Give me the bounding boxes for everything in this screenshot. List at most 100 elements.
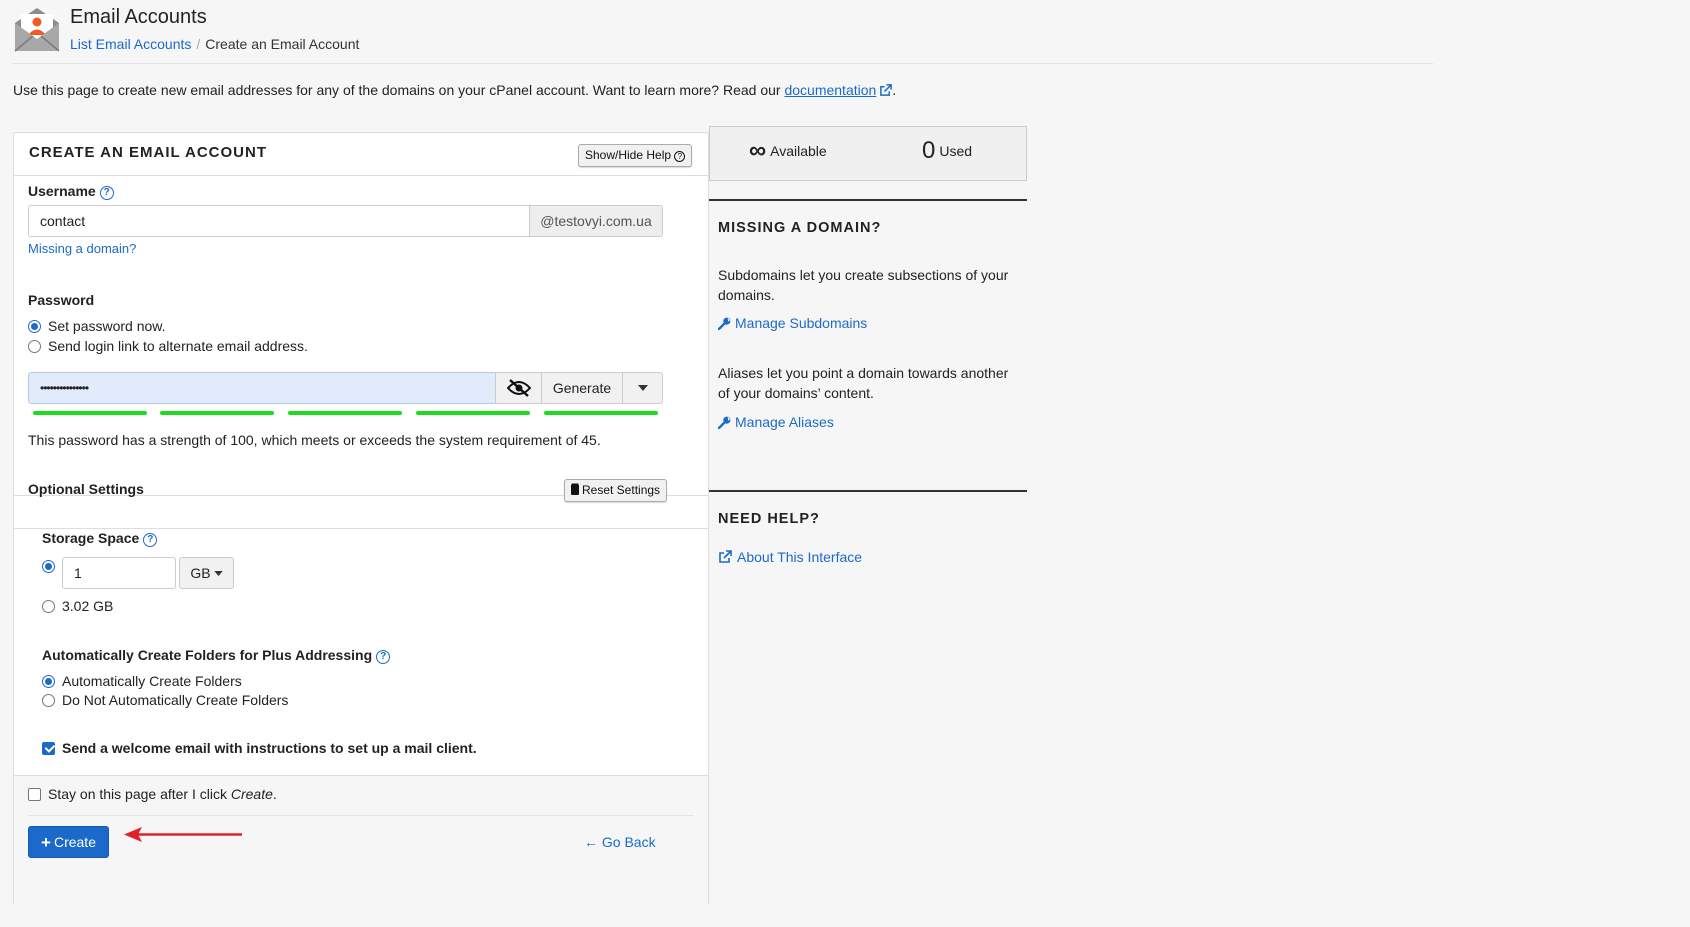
strength-segment [33,411,147,415]
breadcrumb: List Email Accounts / Create an Email Acco… [70,36,359,52]
documentation-link[interactable]: documentation [784,82,893,98]
password-label: Password [28,292,95,308]
radio-set-password-now[interactable]: Set password now. [28,318,166,334]
breadcrumb-separator: / [196,36,201,52]
account-usage-box: ∞ Available 0 Used [709,126,1027,181]
create-button[interactable]: + Create [28,826,109,858]
sidebar-divider [709,199,1027,201]
go-back-link[interactable]: ← Go Back [584,834,656,850]
username-input[interactable]: contact [28,205,530,237]
radio-button[interactable] [42,599,55,613]
wrench-icon [718,317,731,330]
storage-space-label-text: Storage Space [42,530,140,546]
help-icon[interactable]: ? [143,533,158,547]
optional-settings-title: Optional Settings [28,481,144,497]
manage-aliases-label: Manage Aliases [735,414,834,430]
missing-domain-title: MISSING A DOMAIN? [718,220,882,236]
go-back-label: Go Back [601,834,656,850]
radio-auto-create-folders[interactable]: Automatically Create Folders [42,673,242,689]
caret-down-icon [213,570,223,576]
available-label: Available [770,143,827,159]
help-icon[interactable]: ? [99,186,114,200]
plus-addressing-label-text: Automatically Create Folders for Plus Ad… [42,647,373,663]
breadcrumb-list-email-accounts[interactable]: List Email Accounts [70,36,191,52]
breadcrumb-current: Create an Email Account [205,36,360,52]
subdomains-description: Subdomains let you create subsections of… [718,267,1009,303]
storage-unit-value: GB [190,565,211,581]
storage-quota-value: 1 [74,565,82,581]
help-icon[interactable]: ? [376,650,391,664]
username-label-text: Username [28,183,96,199]
stay-on-page-emphasis: Create [230,786,273,802]
external-link-icon [880,84,893,96]
password-input[interactable]: ••••••••••••••• [28,372,496,404]
storage-space-label: Storage Space? [42,530,158,547]
strength-segment [288,411,402,415]
radio-send-login-label: Send login link to alternate email addre… [48,338,308,354]
stay-on-page-text: Stay on this page after I click [48,786,227,802]
arrow-left-icon: ← [584,834,598,850]
caret-down-icon [637,385,648,391]
page-title: Email Accounts [70,6,207,28]
radio-no-auto-create-folders[interactable]: Do Not Automatically Create Folders [42,692,288,708]
wrench-icon [718,416,731,429]
strength-segment [160,411,274,415]
radio-button[interactable] [28,339,41,353]
manage-aliases-link[interactable]: Manage Aliases [718,414,834,430]
intro-trailing: . [892,82,897,98]
radio-set-password-label: Set password now. [48,318,166,334]
sidebar-divider [709,490,1027,492]
storage-quota-input[interactable]: 1 [62,557,176,589]
password-value: ••••••••••••••• [40,381,89,395]
stay-on-page-dot: . [272,786,277,802]
welcome-email-checkbox-row[interactable]: Send a welcome email with instructions t… [42,740,477,756]
used-value: 0 [922,137,936,164]
radio-button[interactable] [42,693,55,707]
domain-suffix: @testovyi.com.ua [529,205,663,237]
welcome-email-checkbox[interactable] [42,741,55,755]
missing-domain-link[interactable]: Missing a domain? [28,241,136,256]
radio-button-selected[interactable] [42,560,55,573]
generate-options-dropdown[interactable] [622,372,663,404]
password-strength-text: This password has a strength of 100, whi… [28,432,601,448]
email-accounts-icon [14,8,60,52]
username-value: contact [40,213,86,229]
toggle-password-visibility-button[interactable] [495,372,542,404]
radio-button-selected[interactable] [28,319,41,333]
radio-button-selected[interactable] [42,674,55,688]
strength-segment [544,411,658,415]
manage-subdomains-link[interactable]: Manage Subdomains [718,315,867,331]
strength-segment [416,411,530,415]
intro-sentence: Use this page to create new email addres… [13,82,781,98]
storage-unit-dropdown[interactable]: GB [179,557,234,589]
need-help-title: NEED HELP? [718,511,820,527]
panel-header: CREATE AN EMAIL ACCOUNT Show/Hide Help ? [14,133,708,176]
available-stat: ∞ Available [749,137,827,165]
red-arrow-annotation [124,827,242,842]
show-hide-help-button[interactable]: Show/Hide Help ? [578,144,693,167]
welcome-email-label: Send a welcome email with instructions t… [62,740,477,756]
radio-storage-unlimited[interactable]: 3.02 GB [42,598,113,614]
reset-settings-button[interactable]: Reset Settings [564,479,668,502]
optional-settings-divider-bottom [14,528,708,529]
eye-slash-icon [506,379,531,397]
used-stat: 0 Used [922,137,972,165]
create-button-label: Create [53,834,96,850]
stay-on-page-checkbox-row[interactable]: Stay on this page after I click Create. [28,786,277,802]
plus-icon: + [41,832,51,852]
radio-no-auto-create-label: Do Not Automatically Create Folders [62,692,289,708]
about-interface-link[interactable]: About This Interface [718,549,862,565]
used-label: Used [939,143,973,159]
stay-on-page-checkbox[interactable] [28,787,41,801]
stay-on-page-label: Stay on this page after I click Create. [48,786,277,802]
intro-text: Use this page to create new email addres… [13,82,896,98]
trash-icon [571,485,579,495]
radio-send-login-link[interactable]: Send login link to alternate email addre… [28,338,308,354]
generate-password-button[interactable]: Generate [541,372,623,404]
storage-alt-label: 3.02 GB [62,598,114,614]
reset-settings-label: Reset Settings [582,483,661,497]
documentation-link-label: documentation [784,82,877,98]
radio-storage-custom[interactable] [42,560,62,573]
panel-title: CREATE AN EMAIL ACCOUNT [29,144,267,161]
footer-divider [29,815,694,816]
